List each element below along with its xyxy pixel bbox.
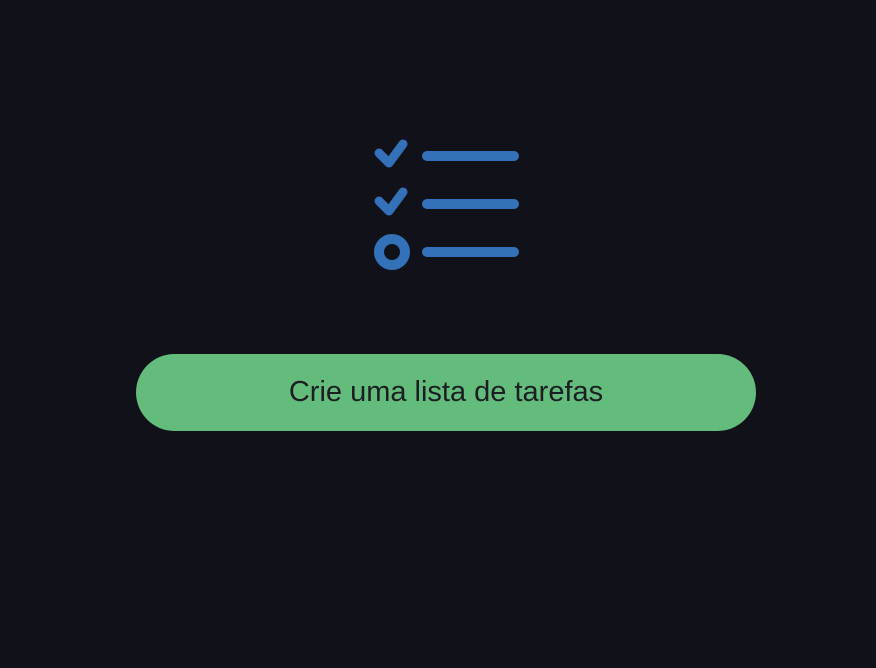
radio-circle-icon [374,234,410,270]
create-todo-list-button[interactable]: Crie uma lista de tarefas [136,354,756,431]
checklist-item-2 [374,187,519,216]
checkmark-icon [374,139,408,168]
checklist-icon [370,134,522,274]
checklist-item-1 [374,139,519,168]
checkmark-icon [374,187,408,216]
checklist-item-3 [374,234,519,270]
empty-state: Crie uma lista de tarefas [0,0,876,668]
